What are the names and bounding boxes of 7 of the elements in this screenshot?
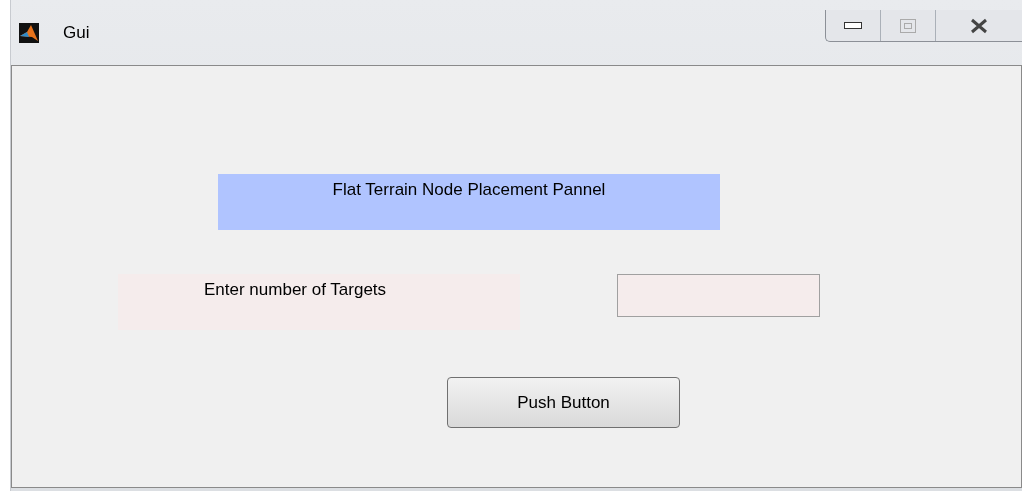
close-icon bbox=[970, 17, 988, 34]
app-logo-icon bbox=[19, 22, 39, 43]
target-label: Enter number of Targets bbox=[118, 274, 520, 330]
target-input-field[interactable] bbox=[617, 274, 820, 317]
window-title: Gui bbox=[63, 22, 90, 44]
push-button[interactable]: Push Button bbox=[447, 377, 680, 428]
title-panel: Flat Terrain Node Placement Pannel bbox=[218, 174, 720, 230]
